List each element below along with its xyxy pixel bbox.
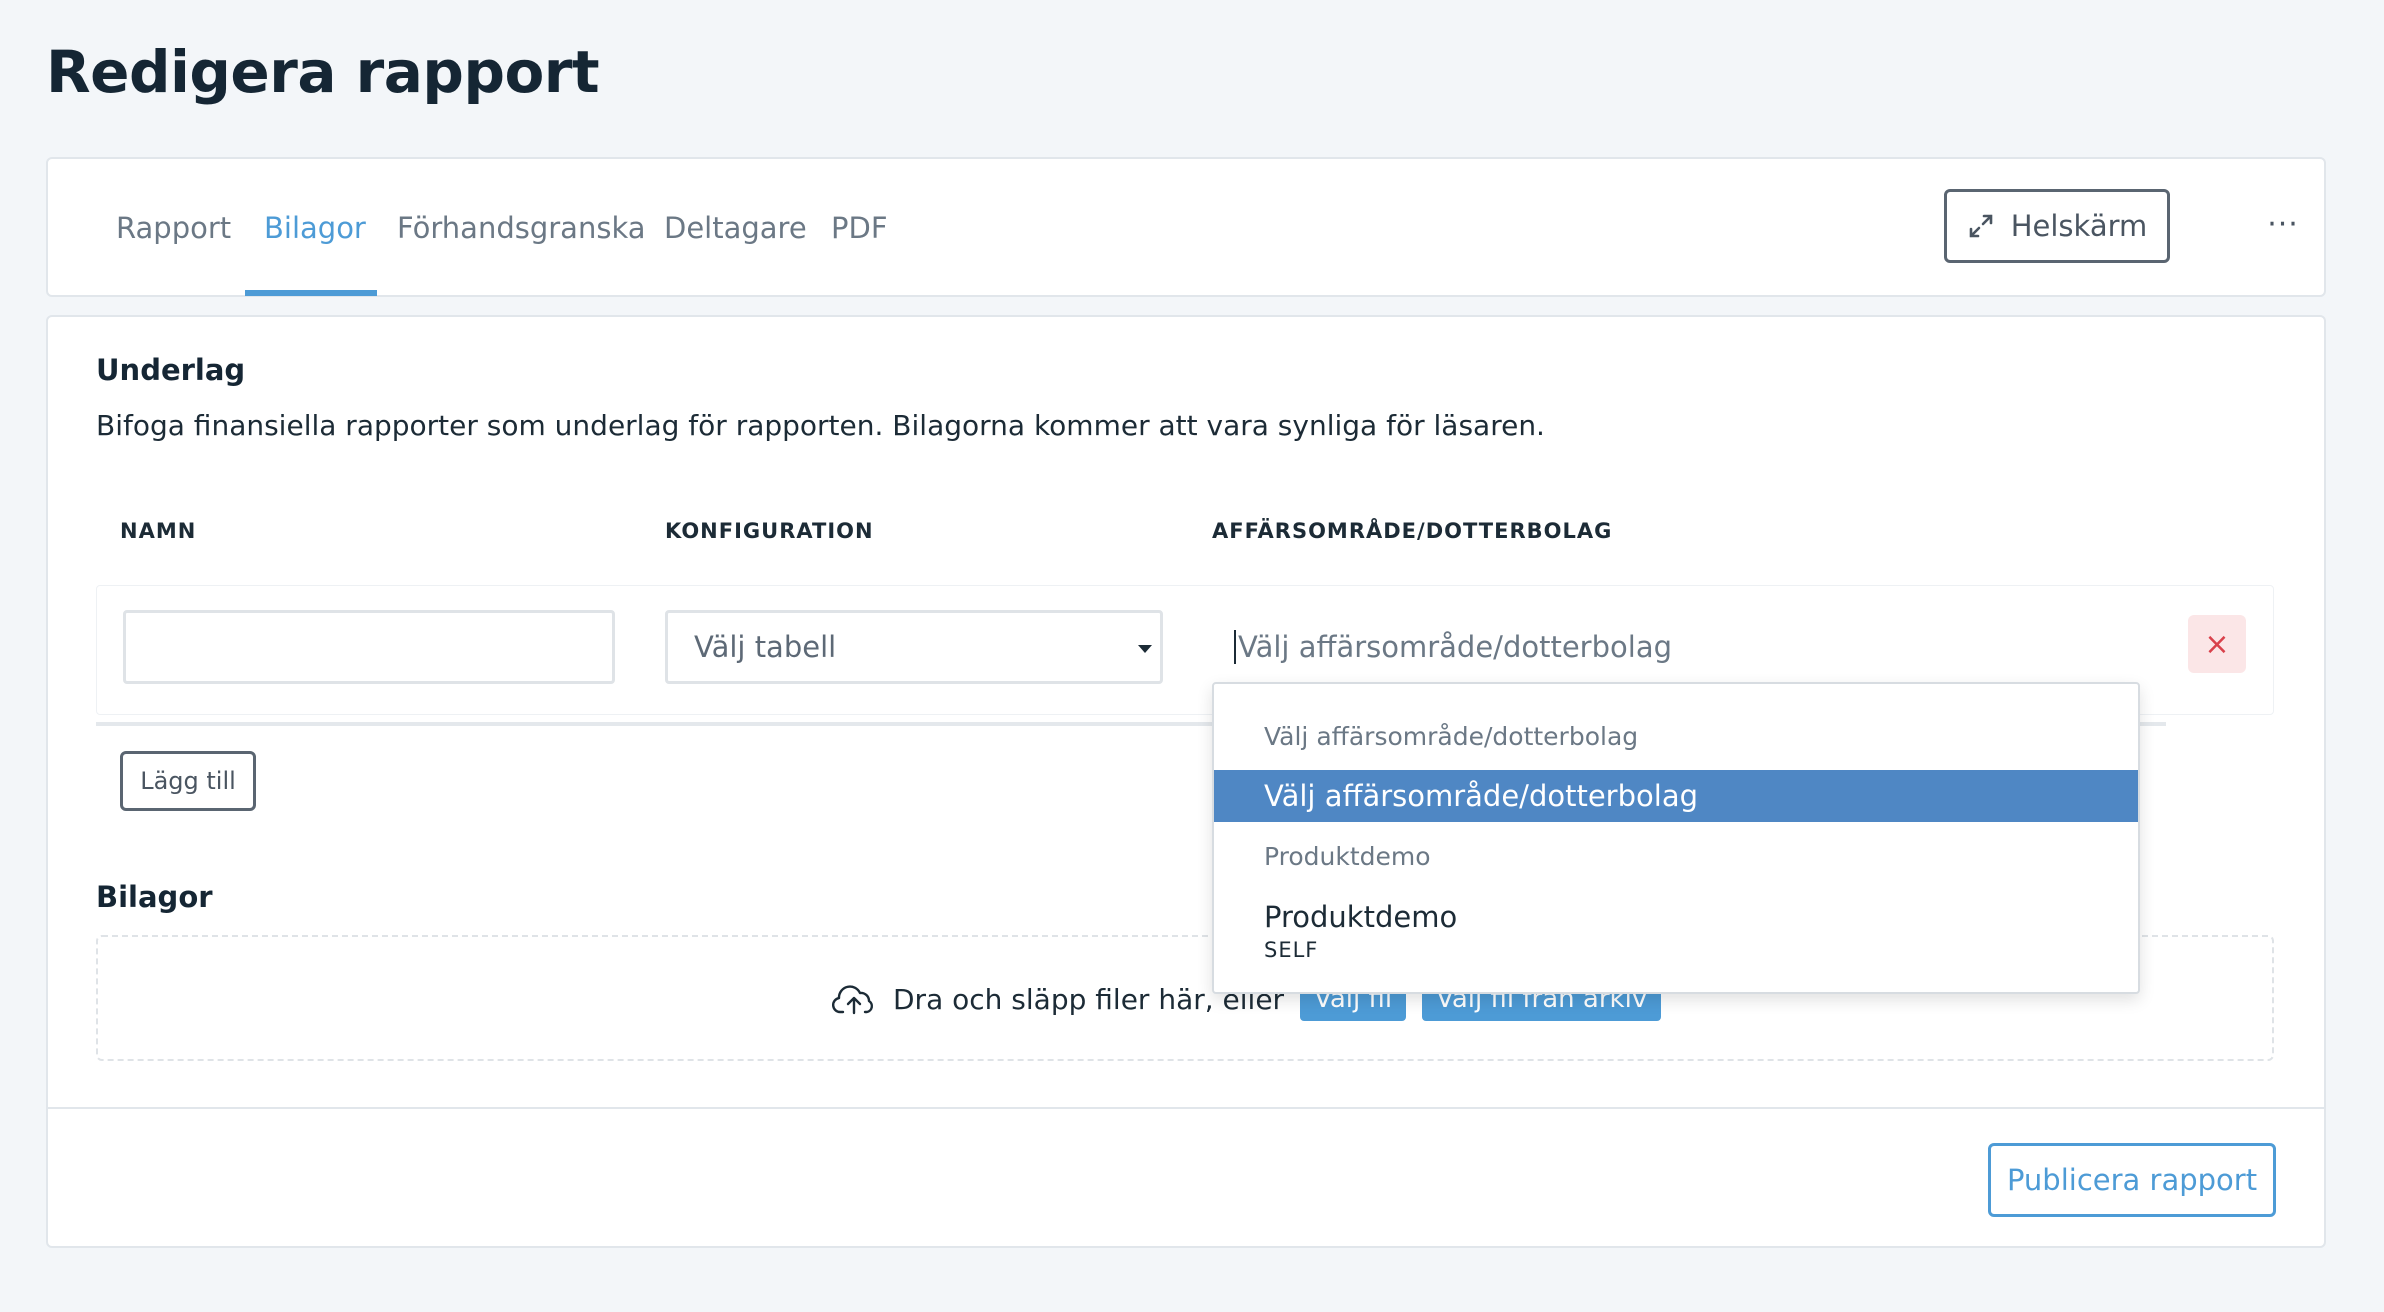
fullscreen-button[interactable]: Helskärm [1944, 189, 2170, 263]
chevron-down-icon [1138, 645, 1152, 653]
tab-rapport[interactable]: Rapport [116, 211, 231, 245]
column-header-configuration: KONFIGURATION [665, 519, 874, 543]
publish-report-button[interactable]: Publicera rapport [1988, 1143, 2276, 1217]
expand-icon [1967, 212, 1995, 240]
business-area-select[interactable]: Välj affärsområde/dotterbolag [1234, 610, 2134, 684]
column-header-name: NAMN [120, 519, 197, 543]
business-area-placeholder: Välj affärsområde/dotterbolag [1238, 630, 1672, 664]
remove-row-button[interactable]: × [2188, 615, 2246, 673]
option-label: Produktdemo [1264, 900, 1458, 934]
dropdown-option-produktdemo[interactable]: Produktdemo SELF [1214, 900, 2138, 962]
dropdown-group-header: Produktdemo [1264, 842, 1431, 871]
add-row-button[interactable]: Lägg till [120, 751, 256, 811]
footer-divider [48, 1107, 2324, 1109]
tab-forhandsgranska[interactable]: Förhandsgranska [397, 211, 646, 245]
more-options-button[interactable]: ··· [2258, 199, 2308, 249]
configuration-select[interactable]: Välj tabell [665, 610, 1163, 684]
name-input[interactable] [123, 610, 615, 684]
page-title: Redigera rapport [46, 38, 600, 106]
fullscreen-label: Helskärm [2010, 209, 2148, 243]
dropdown-option-placeholder[interactable]: Välj affärsområde/dotterbolag [1214, 770, 2138, 822]
underlag-heading: Underlag [96, 353, 246, 387]
configuration-select-value: Välj tabell [694, 630, 837, 664]
tab-deltagare[interactable]: Deltagare [664, 211, 807, 245]
tab-bar: Rapport Bilagor Förhandsgranska Deltagar… [46, 157, 2326, 297]
bilagor-heading: Bilagor [96, 880, 213, 914]
business-area-dropdown: Välj affärsområde/dotterbolag Välj affär… [1212, 682, 2140, 994]
dropdown-group-header: Välj affärsområde/dotterbolag [1264, 722, 1639, 751]
close-icon: × [2204, 626, 2230, 662]
underlag-description: Bifoga finansiella rapporter som underla… [96, 409, 1545, 442]
column-header-business-area: AFFÄRSOMRÅDE/DOTTERBOLAG [1212, 519, 1613, 543]
option-sublabel: SELF [1264, 938, 1319, 962]
tab-bilagor[interactable]: Bilagor [264, 211, 366, 245]
active-tab-indicator [245, 290, 377, 296]
cloud-upload-icon [831, 982, 877, 1016]
more-horizontal-icon: ··· [2267, 206, 2299, 242]
tab-pdf[interactable]: PDF [831, 211, 888, 245]
text-cursor [1234, 630, 1236, 664]
